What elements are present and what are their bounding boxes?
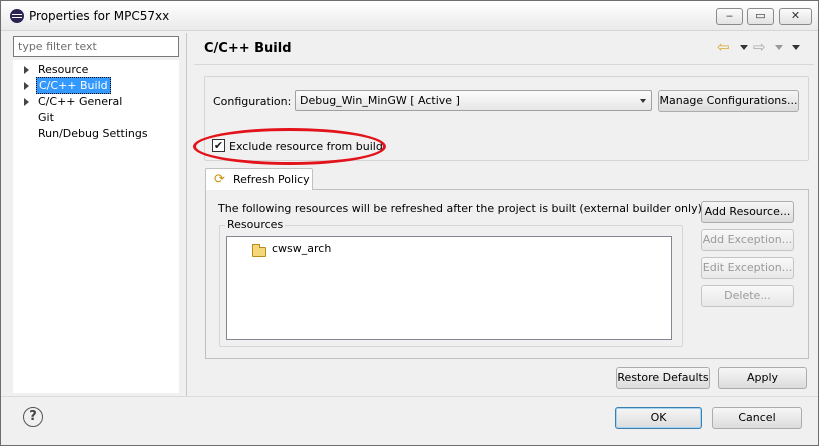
- manage-configurations-button[interactable]: Manage Configurations...: [658, 90, 799, 112]
- header-separator: [194, 64, 814, 65]
- list-item[interactable]: cwsw_arch: [227, 241, 671, 257]
- back-history-dropdown-icon[interactable]: [740, 45, 748, 50]
- edit-exception-button[interactable]: Edit Exception...: [701, 257, 794, 279]
- tree-item-label: Resource: [38, 63, 89, 76]
- forward-arrow-icon[interactable]: ⇨: [753, 39, 766, 55]
- back-arrow-icon[interactable]: ⇦: [717, 39, 730, 55]
- configuration-label: Configuration:: [213, 95, 292, 108]
- help-icon[interactable]: ?: [23, 407, 43, 427]
- red-highlight-ellipse: [193, 128, 386, 165]
- cancel-button[interactable]: Cancel: [712, 407, 802, 429]
- refresh-description: The following resources will be refreshe…: [218, 202, 706, 215]
- resources-list[interactable]: cwsw_arch: [226, 236, 672, 340]
- page-title: C/C++ Build: [204, 41, 292, 56]
- add-exception-button[interactable]: Add Exception...: [701, 229, 794, 251]
- tab-refresh-policy[interactable]: ⟳ Refresh Policy: [205, 168, 313, 190]
- ok-button[interactable]: OK: [615, 407, 702, 429]
- chevron-down-icon: [640, 99, 646, 103]
- forward-history-dropdown-icon[interactable]: [775, 45, 783, 50]
- view-menu-icon[interactable]: [792, 45, 800, 50]
- expand-arrow-icon[interactable]: [24, 98, 29, 106]
- maximize-button[interactable]: ▭: [747, 8, 774, 25]
- resource-name: cwsw_arch: [272, 242, 332, 255]
- resources-label: Resources: [225, 218, 286, 231]
- page-navigation: ⇦ ⇨: [717, 39, 807, 55]
- folder-icon: [252, 244, 266, 257]
- restore-defaults-button[interactable]: Restore Defaults: [616, 367, 710, 389]
- tree-item-git[interactable]: Git: [38, 110, 54, 125]
- configuration-value: Debug_Win_MinGW [ Active ]: [300, 94, 460, 107]
- tree-item-run-debug-settings[interactable]: Run/Debug Settings: [38, 126, 148, 141]
- close-button[interactable]: ✕: [779, 8, 812, 25]
- property-page-tree: Resource C/C++ Build C/C++ General Git R…: [13, 60, 179, 393]
- footer-separator: [1, 396, 818, 397]
- refresh-policy-icon: ⟳: [214, 172, 225, 187]
- add-resource-button[interactable]: Add Resource...: [701, 201, 794, 223]
- eclipse-icon: [10, 9, 24, 23]
- tree-item-label: Git: [38, 111, 54, 124]
- expand-arrow-icon[interactable]: [24, 66, 29, 74]
- title-bar[interactable]: Properties for MPC57xx ‒ ▭ ✕: [1, 1, 818, 31]
- configuration-select[interactable]: Debug_Win_MinGW [ Active ]: [295, 90, 652, 111]
- apply-button[interactable]: Apply: [718, 367, 807, 389]
- tree-item-label: C/C++ Build: [36, 77, 111, 94]
- tree-item-label: Run/Debug Settings: [38, 127, 148, 140]
- window-title: Properties for MPC57xx: [29, 9, 170, 23]
- tree-item-label: C/C++ General: [38, 95, 123, 108]
- minimize-button[interactable]: ‒: [716, 8, 743, 25]
- properties-dialog: Properties for MPC57xx ‒ ▭ ✕ Resource C/…: [0, 0, 819, 446]
- panel-divider[interactable]: [186, 33, 187, 397]
- filter-input[interactable]: [13, 36, 179, 57]
- expand-arrow-icon[interactable]: [24, 82, 29, 90]
- delete-button[interactable]: Delete...: [701, 285, 794, 307]
- tab-label: Refresh Policy: [233, 173, 310, 186]
